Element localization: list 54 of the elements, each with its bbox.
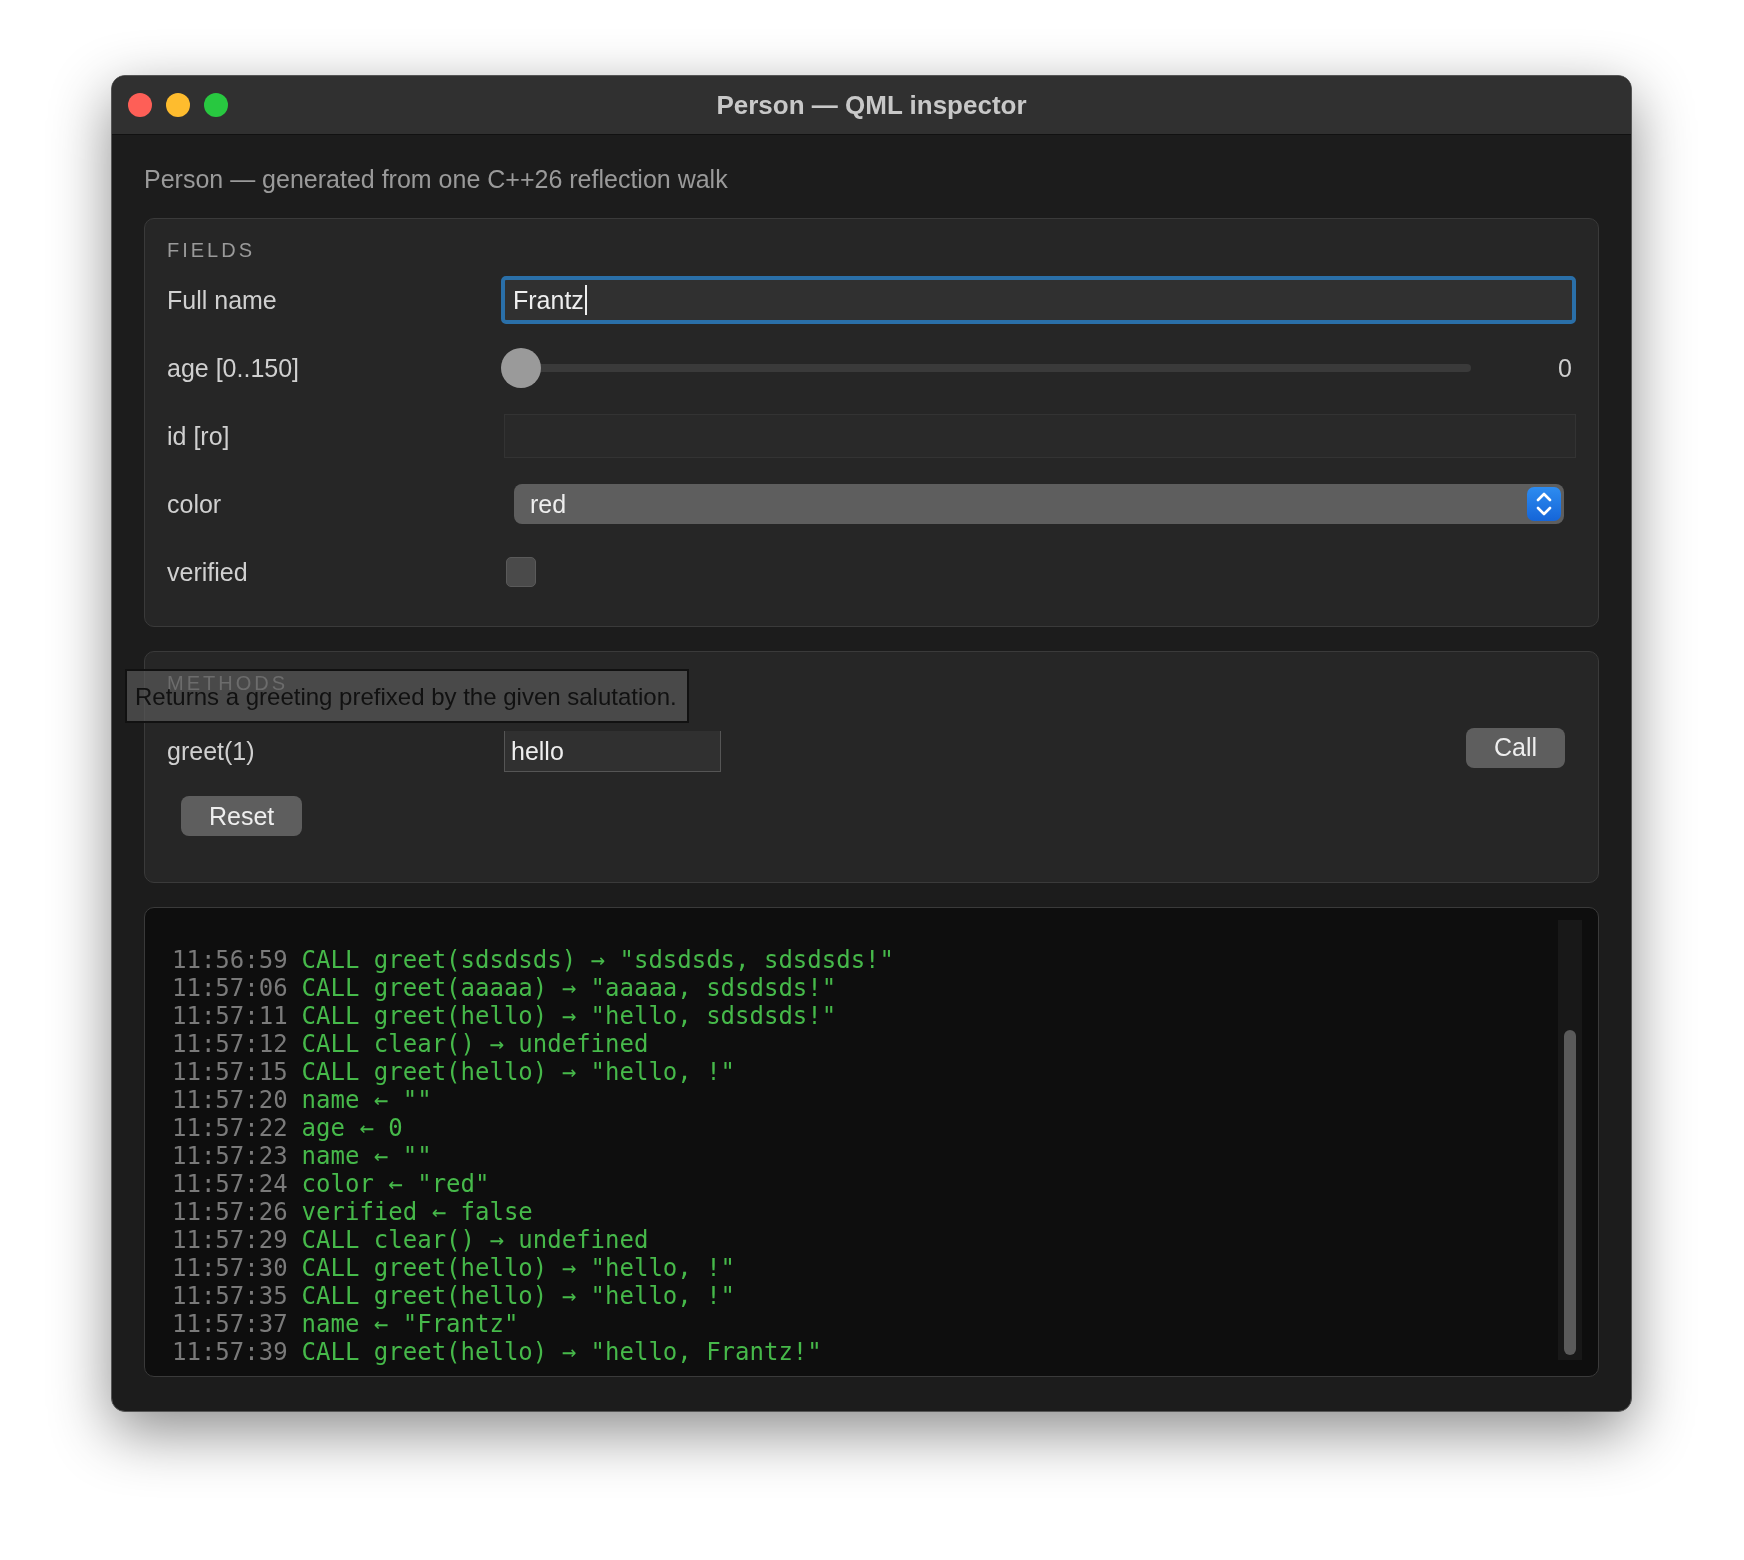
log-message: CALL greet(hello) → "hello, !" <box>301 1282 736 1310</box>
field-label: verified <box>167 557 248 587</box>
log-time: 11:56:59 <box>172 946 288 974</box>
log-message: name ← "Frantz" <box>301 1310 519 1338</box>
log-message: CALL greet(sdsdsds) → "sdsdsds, sdsdsds!" <box>301 946 894 974</box>
log-message: CALL greet(hello) → "hello, Frantz!" <box>301 1338 822 1366</box>
window-title: Person — QML inspector <box>716 89 1027 120</box>
log-time: 11:57:30 <box>172 1254 288 1282</box>
field-label: id [ro] <box>167 421 230 451</box>
field-label: color <box>167 489 222 519</box>
log-message: verified ← false <box>301 1198 533 1226</box>
slider[interactable] <box>501 348 1471 388</box>
section-heading: FIELDS <box>167 239 256 262</box>
log-time: 11:57:39 <box>172 1338 288 1366</box>
log-message: CALL greet(aaaaa) → "aaaaa, sdsdsds!" <box>301 974 837 1002</box>
slider-thumb[interactable] <box>501 348 541 388</box>
argument-field[interactable]: hello <box>504 731 721 772</box>
log-message: name ← "" <box>301 1086 432 1114</box>
log-time: 11:57:06 <box>172 974 288 1002</box>
reset-button[interactable]: Reset <box>181 796 303 836</box>
checkbox[interactable] <box>506 557 536 587</box>
color-dropdown[interactable]: red <box>514 484 1564 524</box>
field-label: age [0..150] <box>167 353 300 383</box>
log-time: 11:57:29 <box>172 1226 288 1254</box>
slider-value: 0 <box>1558 353 1572 383</box>
log-message: CALL clear() → undefined <box>301 1030 649 1058</box>
zoom-button[interactable] <box>204 93 228 117</box>
log-time: 11:57:37 <box>172 1310 288 1338</box>
close-button[interactable] <box>128 93 152 117</box>
method-label: greet(1) <box>167 737 255 766</box>
log-message: name ← "" <box>301 1142 432 1170</box>
log-time: 11:57:22 <box>172 1114 288 1142</box>
log-time: 11:57:23 <box>172 1142 288 1170</box>
log-message: CALL greet(hello) → "hello, !" <box>301 1254 736 1282</box>
log-time: 11:57:15 <box>172 1058 288 1086</box>
stepper-icon <box>1527 487 1561 521</box>
scrollbar[interactable] <box>1558 920 1582 1360</box>
scrollbar-thumb[interactable] <box>1564 1030 1576 1355</box>
log-time: 11:57:24 <box>172 1170 288 1198</box>
text-field[interactable]: Frantz <box>501 276 1576 324</box>
log-message: age ← 0 <box>301 1114 403 1142</box>
subtitle: Person — generated from one C++26 reflection walk <box>144 165 728 194</box>
log-time: 11:57:12 <box>172 1030 288 1058</box>
log-message: CALL clear() → undefined <box>301 1226 649 1254</box>
log-message: CALL greet(hello) → "hello, sdsdsds!" <box>301 1002 837 1030</box>
minimize-button[interactable] <box>166 93 190 117</box>
call-button[interactable]: Call <box>1465 727 1565 768</box>
log-time: 11:57:11 <box>172 1002 288 1030</box>
log-time: 11:57:26 <box>172 1198 288 1226</box>
log-message: CALL greet(hello) → "hello, !" <box>301 1058 736 1086</box>
log-time: 11:57:35 <box>172 1282 288 1310</box>
log-time: 11:57:20 <box>172 1086 288 1114</box>
log-message: color ← "red" <box>301 1170 490 1198</box>
field-label: Full name <box>167 285 277 315</box>
